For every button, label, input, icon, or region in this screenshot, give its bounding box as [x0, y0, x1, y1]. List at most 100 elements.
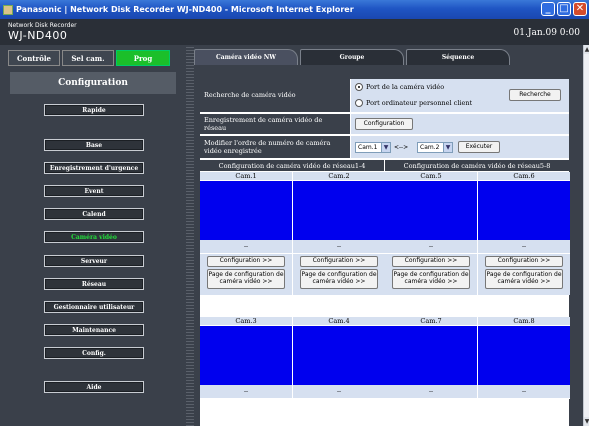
menu-calend[interactable]: Calend [44, 208, 144, 220]
camera-cell: Cam.3 -- [200, 317, 292, 399]
camera-cell: Cam.1 -- Configuration >> Page de config… [200, 172, 292, 295]
camera-cell: Cam.5 -- Configuration >> Page de config… [385, 172, 477, 295]
app-header: Network Disk Recorder WJ-ND400 01.Jan.09… [0, 19, 589, 45]
menu-maintenance[interactable]: Maintenance [44, 324, 144, 336]
camera-preview [385, 181, 477, 240]
top-nav: Contrôle Sel cam. Prog [8, 50, 170, 66]
camera-configuration-button[interactable]: Configuration >> [485, 256, 563, 267]
camera-name: Cam.3 [200, 317, 292, 326]
camera-status: -- [293, 240, 385, 254]
camera-name: Cam.5 [385, 172, 477, 181]
main-content: Caméra vidéo NW Groupe Séquence Recherch… [194, 45, 583, 426]
menu-event[interactable]: Event [44, 185, 144, 197]
menu-gestionnaire-utilisateur[interactable]: Gestionnaire utilisateur [44, 301, 144, 313]
menu-enregistrement-urgence[interactable]: Enregistrement d'urgence [44, 162, 144, 174]
camera-status: -- [385, 240, 477, 254]
camera-status: -- [478, 385, 570, 399]
radio-port-camera[interactable]: Port de la caméra vidéo [355, 83, 444, 91]
radio-checked-icon [355, 83, 363, 91]
camera-page-config-button[interactable]: Page de configuration de caméra vidéo >> [300, 269, 378, 289]
camera-preview [385, 326, 477, 385]
menu-aide[interactable]: Aide [44, 381, 144, 393]
camera-preview [478, 181, 570, 240]
camera-configuration-button[interactable]: Configuration >> [207, 256, 285, 267]
camera-preview [200, 181, 292, 240]
camera-page-config-button[interactable]: Page de configuration de caméra vidéo >> [392, 269, 470, 289]
menu-rapide[interactable]: Rapide [44, 104, 144, 116]
camera-preview [293, 181, 385, 240]
camera-name: Cam.4 [293, 317, 385, 326]
radio-unchecked-icon [355, 99, 363, 107]
camera-status: -- [293, 385, 385, 399]
search-value-cell: Port de la caméra vidéo Port ordinateur … [351, 79, 569, 112]
tab-groupe[interactable]: Groupe [300, 49, 404, 65]
minimize-button[interactable]: _ [541, 2, 555, 16]
maximize-button[interactable]: □ [557, 2, 571, 16]
browser-window: Panasonic | Network Disk Recorder WJ-ND4… [0, 0, 589, 426]
register-value-cell: Configuration [351, 114, 569, 134]
menu-serveur[interactable]: Serveur [44, 255, 144, 267]
order-from-value: Cam.1 [358, 144, 378, 151]
register-label: Enregistrement de caméra vidéo de réseau [200, 114, 350, 134]
header-datetime: 01.Jan.09 0:00 [513, 28, 580, 38]
camera-actions: Configuration >> Page de configuration d… [200, 254, 292, 295]
execute-button[interactable]: Exécuter [458, 141, 500, 153]
radio-port-camera-label: Port de la caméra vidéo [366, 83, 445, 91]
camera-name: Cam.6 [478, 172, 570, 181]
scroll-up-icon[interactable]: ▲ [584, 45, 589, 54]
camera-status: -- [385, 385, 477, 399]
group-header-1-4: Configuration de caméra vidéo de réseau1… [200, 160, 384, 171]
order-to-select[interactable]: Cam.2 ▼ [417, 142, 453, 153]
camera-status: -- [200, 385, 292, 399]
order-label: Modifier l'ordre de numéro de caméra vid… [200, 136, 350, 158]
camera-configuration-button[interactable]: Configuration >> [300, 256, 378, 267]
app-icon [3, 4, 13, 15]
radio-port-client[interactable]: Port ordinateur personnel client [355, 99, 472, 107]
tab-camera-video-nw[interactable]: Caméra vidéo NW [194, 49, 298, 65]
camera-configuration-button[interactable]: Configuration >> [392, 256, 470, 267]
search-row: Recherche de caméra vidéo Port de la cam… [200, 79, 569, 113]
camera-preview [478, 326, 570, 385]
header-subtitle: Network Disk Recorder [8, 22, 77, 29]
header-model: WJ-ND400 [8, 29, 68, 42]
camera-name: Cam.7 [385, 317, 477, 326]
tab-bar: Caméra vidéo NW Groupe Séquence [194, 49, 512, 65]
order-to-value: Cam.2 [420, 144, 440, 151]
camera-cell: Cam.8 -- [478, 317, 570, 399]
radio-port-client-label: Port ordinateur personnel client [366, 99, 473, 107]
camera-page-config-button[interactable]: Page de configuration de caméra vidéo >> [207, 269, 285, 289]
divider-stripe [186, 45, 194, 426]
menu-base[interactable]: Base [44, 139, 144, 151]
chevron-down-icon: ▼ [443, 143, 452, 152]
order-value-cell: Cam.1 ▼ <--> Cam.2 ▼ Exécuter [351, 136, 569, 158]
camera-actions: Configuration >> Page de configuration d… [385, 254, 477, 295]
order-separator: <--> [394, 144, 409, 151]
menu-camera-video[interactable]: Caméra vidéo [44, 231, 144, 243]
camera-cell: Cam.6 -- Configuration >> Page de config… [478, 172, 570, 295]
camera-name: Cam.1 [200, 172, 292, 181]
search-button[interactable]: Recherche [509, 89, 561, 101]
settings-panel: Recherche de caméra vidéo Port de la cam… [200, 79, 570, 426]
tab-sequence[interactable]: Séquence [406, 49, 510, 65]
camera-page-config-button[interactable]: Page de configuration de caméra vidéo >> [485, 269, 563, 289]
window-title: Panasonic | Network Disk Recorder WJ-ND4… [16, 5, 354, 14]
order-from-select[interactable]: Cam.1 ▼ [355, 142, 391, 153]
menu-config[interactable]: Config. [44, 347, 144, 359]
camera-actions: Configuration >> Page de configuration d… [478, 254, 570, 295]
scroll-down-icon[interactable]: ▼ [584, 417, 589, 426]
chevron-down-icon: ▼ [381, 143, 390, 152]
close-button[interactable]: ✕ [573, 2, 587, 16]
camera-cell: Cam.4 -- [293, 317, 385, 399]
nav-prog[interactable]: Prog [116, 50, 170, 66]
title-bar: Panasonic | Network Disk Recorder WJ-ND4… [0, 0, 589, 19]
search-label: Recherche de caméra vidéo [200, 79, 350, 112]
nav-sel-cam[interactable]: Sel cam. [62, 50, 114, 66]
vertical-scrollbar[interactable]: ▲ ▼ [583, 45, 589, 426]
group-header-5-8: Configuration de caméra vidéo de réseau5… [385, 160, 569, 171]
camera-status: -- [200, 240, 292, 254]
configuration-button[interactable]: Configuration [355, 118, 413, 130]
camera-actions: Configuration >> Page de configuration d… [293, 254, 385, 295]
menu-reseau[interactable]: Réseau [44, 278, 144, 290]
camera-preview [293, 326, 385, 385]
nav-controle[interactable]: Contrôle [8, 50, 60, 66]
